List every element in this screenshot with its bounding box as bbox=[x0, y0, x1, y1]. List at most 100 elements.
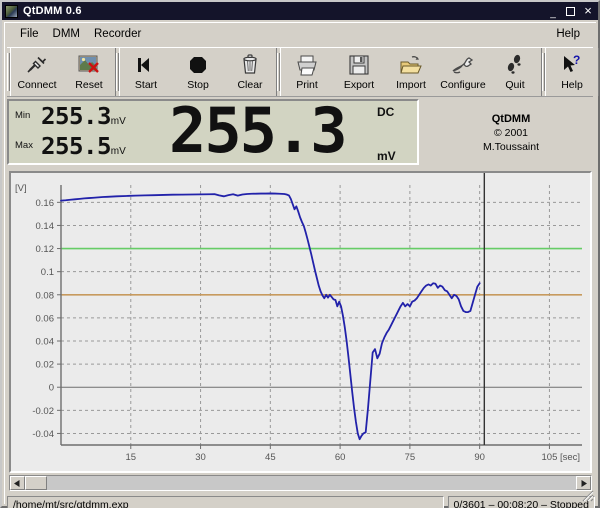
max-row: Max 255.5 mV bbox=[15, 134, 165, 163]
chart-svg: -0.04 -0.02 0 0.02 0.04 0.06 0.08 0.1 0.12 0.14 0.… bbox=[11, 173, 590, 471]
menu-file[interactable]: File bbox=[13, 26, 46, 42]
recorder-graph[interactable]: -0.04 -0.02 0 0.02 0.04 0.06 0.08 0.1 0.12 0.14 0.… bbox=[9, 171, 592, 473]
credits-block: QtDMM © 2001 M.Toussaint bbox=[419, 99, 593, 167]
clear-label: Clear bbox=[237, 79, 263, 91]
minimize-button[interactable]: _ bbox=[547, 9, 559, 19]
toolbar-group-file: Print Export Import Configure Quit bbox=[280, 48, 542, 96]
import-button[interactable]: Import bbox=[385, 49, 437, 95]
resize-grip[interactable] bbox=[580, 488, 594, 502]
help-button[interactable]: ? Help bbox=[546, 49, 598, 95]
client-area: File DMM Recorder Help Connect Reset Sta… bbox=[4, 22, 599, 508]
app-icon bbox=[5, 4, 18, 18]
svg-text:?: ? bbox=[573, 54, 580, 67]
close-button[interactable]: × bbox=[582, 4, 594, 17]
maximize-button[interactable] bbox=[566, 6, 575, 16]
quit-label: Quit bbox=[505, 79, 525, 91]
print-button[interactable]: Print bbox=[281, 49, 333, 95]
svg-text:0.12: 0.12 bbox=[36, 244, 55, 255]
svg-text:[sec]: [sec] bbox=[560, 452, 580, 463]
configure-label: Configure bbox=[440, 79, 486, 91]
start-arrow-icon bbox=[133, 52, 159, 78]
main-units: DC mV bbox=[377, 105, 411, 163]
connect-label: Connect bbox=[17, 79, 57, 91]
reset-button[interactable]: Reset bbox=[63, 49, 115, 95]
min-unit: mV bbox=[110, 116, 126, 127]
min-value: 255.3 bbox=[41, 104, 112, 130]
min-row: Min 255.3 mV bbox=[15, 104, 165, 134]
svg-text:105: 105 bbox=[542, 452, 558, 463]
menu-dmm[interactable]: DMM bbox=[46, 26, 87, 42]
export-button[interactable]: Export bbox=[333, 49, 385, 95]
minmax-block: Min 255.3 mV Max 255.5 mV bbox=[15, 104, 165, 163]
credits-name: QtDMM bbox=[491, 113, 531, 125]
menu-help[interactable]: Help bbox=[549, 26, 587, 42]
window-controls: _ × bbox=[547, 4, 594, 19]
svg-text:0: 0 bbox=[49, 383, 54, 394]
svg-text:-0.02: -0.02 bbox=[32, 406, 54, 417]
scroll-track[interactable] bbox=[47, 476, 576, 490]
reset-label: Reset bbox=[75, 79, 103, 91]
toolbar-group-recorder: Start Stop Clear bbox=[119, 48, 277, 96]
max-value: 255.5 bbox=[41, 134, 112, 160]
status-info: 0/3601 – 00:08:20 – Stopped bbox=[447, 496, 595, 508]
floppy-icon bbox=[346, 52, 372, 78]
stop-octagon-icon bbox=[185, 52, 211, 78]
display-row: Min 255.3 mV Max 255.5 mV 255.3 DC mV Qt… bbox=[7, 99, 593, 167]
min-label: Min bbox=[15, 110, 31, 121]
svg-text:0.02: 0.02 bbox=[36, 360, 55, 371]
help-toolbar-label: Help bbox=[561, 79, 583, 91]
svg-text:0.08: 0.08 bbox=[36, 290, 55, 301]
svg-text:30: 30 bbox=[195, 452, 206, 463]
qtdmm-window: QtDMM 0.6 _ × File DMM Recorder Help Con… bbox=[0, 0, 600, 508]
max-label: Max bbox=[15, 140, 33, 151]
svg-text:-0.04: -0.04 bbox=[32, 429, 54, 440]
scroll-thumb[interactable] bbox=[25, 476, 47, 490]
scroll-left-arrow-icon[interactable] bbox=[10, 476, 25, 490]
svg-text:15: 15 bbox=[125, 452, 136, 463]
footprints-icon bbox=[502, 52, 528, 78]
max-unit: mV bbox=[110, 146, 126, 157]
titlebar[interactable]: QtDMM 0.6 _ × bbox=[2, 2, 598, 20]
svg-text:90: 90 bbox=[474, 452, 485, 463]
reset-image-icon bbox=[76, 52, 102, 78]
svg-text:0.1: 0.1 bbox=[41, 267, 54, 278]
trash-icon bbox=[237, 52, 263, 78]
svg-text:0.16: 0.16 bbox=[36, 198, 55, 209]
import-label: Import bbox=[396, 79, 426, 91]
print-label: Print bbox=[296, 79, 318, 91]
toolbar-group-help: ? Help bbox=[545, 48, 599, 96]
svg-text:75: 75 bbox=[405, 452, 416, 463]
main-reading: 255.3 bbox=[169, 99, 348, 165]
credits-copyright: © 2001 bbox=[493, 127, 528, 139]
window-title: QtDMM 0.6 bbox=[23, 5, 82, 17]
svg-text:0.04: 0.04 bbox=[36, 337, 55, 348]
menu-recorder[interactable]: Recorder bbox=[87, 26, 148, 42]
printer-icon bbox=[294, 52, 320, 78]
start-button[interactable]: Start bbox=[120, 49, 172, 95]
svg-text:0.06: 0.06 bbox=[36, 313, 55, 324]
measurement-unit: mV bbox=[377, 149, 396, 163]
svg-text:0.14: 0.14 bbox=[36, 221, 55, 232]
connect-button[interactable]: Connect bbox=[11, 49, 63, 95]
svg-text:60: 60 bbox=[335, 452, 346, 463]
wrench-icon bbox=[450, 52, 476, 78]
measurement-mode: DC bbox=[377, 105, 395, 119]
menubar: File DMM Recorder Help bbox=[5, 23, 595, 45]
statusbar: /home/mt/src/qtdmm.exp 0/3601 – 00:08:20… bbox=[7, 495, 595, 508]
export-label: Export bbox=[343, 79, 375, 91]
lcd-display: Min 255.3 mV Max 255.5 mV 255.3 DC mV bbox=[7, 99, 419, 165]
stop-button[interactable]: Stop bbox=[172, 49, 224, 95]
open-folder-icon bbox=[398, 52, 424, 78]
svg-text:45: 45 bbox=[265, 452, 276, 463]
help-arrow-icon: ? bbox=[559, 52, 585, 78]
plug-icon bbox=[24, 52, 50, 78]
graph-hscrollbar[interactable] bbox=[9, 475, 592, 491]
stop-label: Stop bbox=[187, 79, 209, 91]
svg-text:[V]: [V] bbox=[15, 183, 27, 194]
start-label: Start bbox=[134, 79, 158, 91]
credits-author: M.Toussaint bbox=[482, 141, 540, 153]
quit-button[interactable]: Quit bbox=[489, 49, 541, 95]
configure-button[interactable]: Configure bbox=[437, 49, 489, 95]
status-path: /home/mt/src/qtdmm.exp bbox=[7, 496, 444, 508]
clear-button[interactable]: Clear bbox=[224, 49, 276, 95]
